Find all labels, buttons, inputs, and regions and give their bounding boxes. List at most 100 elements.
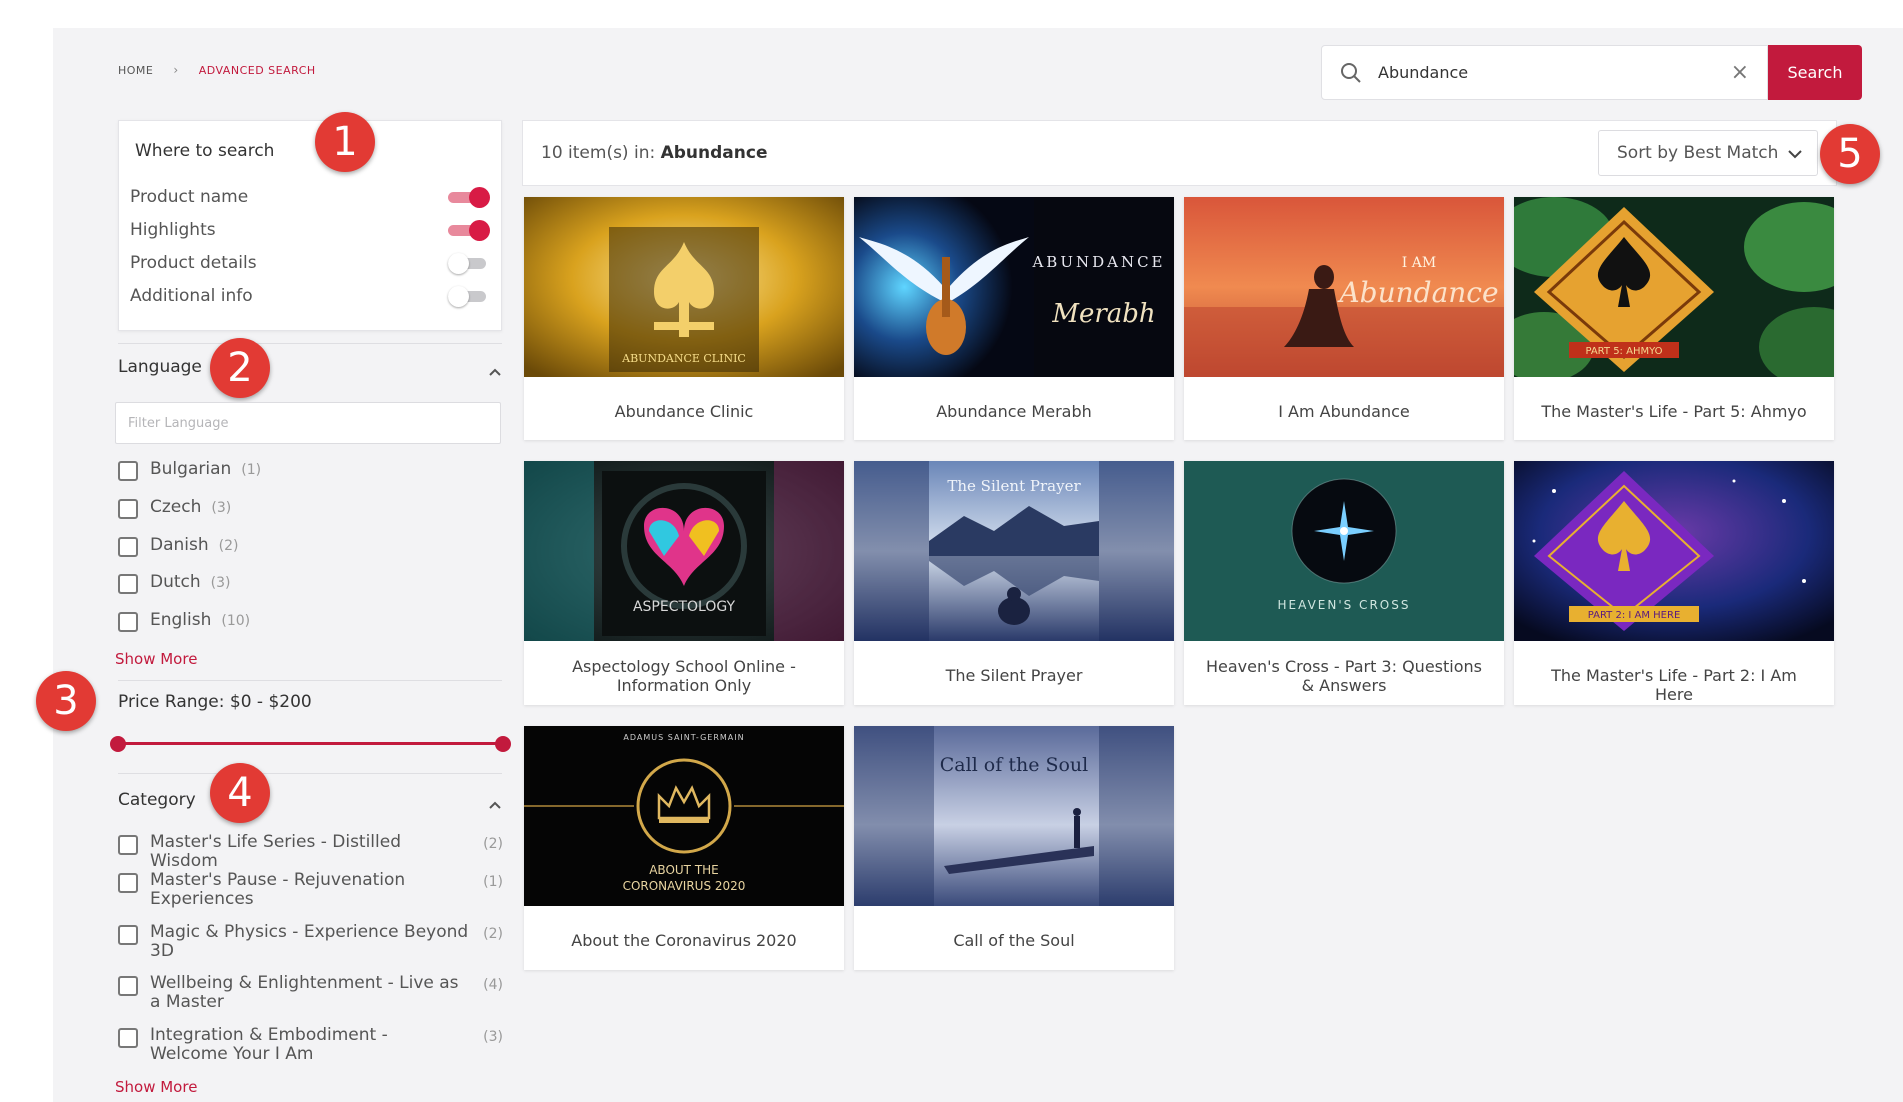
chevron-up-icon[interactable] <box>488 365 502 379</box>
product-card-call-of-the-soul[interactable]: Call of the Soul Call of the Soul <box>854 726 1174 970</box>
product-title[interactable]: I Am Abundance <box>1184 402 1504 421</box>
language-item-czech[interactable]: Czech (3) <box>118 497 231 519</box>
where-to-search-panel: Where to search Product name Highlights … <box>118 120 502 331</box>
language-item-english[interactable]: English (10) <box>118 610 250 632</box>
checkbox[interactable] <box>118 574 138 594</box>
additional-info-toggle[interactable] <box>448 286 490 307</box>
checkbox[interactable] <box>118 873 138 893</box>
product-card-aspectology[interactable]: ASPECTOLOGY Aspectology School Online - … <box>524 461 844 705</box>
category-label: Master's Pause - Rejuvenation Experience… <box>150 870 406 909</box>
product-card-abundance-merabh[interactable]: ABUNDANCE Merabh Abundance Merabh <box>854 197 1174 440</box>
product-thumbnail[interactable]: PART 2: I AM HERE <box>1514 461 1834 641</box>
checkbox[interactable] <box>118 1028 138 1048</box>
price-max-handle[interactable] <box>495 736 511 752</box>
checkbox[interactable] <box>118 612 138 632</box>
breadcrumb-current: ADVANCED SEARCH <box>198 63 316 77</box>
product-card-coronavirus-2020[interactable]: ADAMUS SAINT-GERMAIN ABOUT THE CORONAVIR… <box>524 726 844 970</box>
product-name-toggle[interactable] <box>448 187 490 208</box>
product-card-heavens-cross[interactable]: HEAVEN'S CROSS Heaven's Cross - Part 3: … <box>1184 461 1504 705</box>
product-thumbnail[interactable]: I AM Abundance <box>1184 197 1504 377</box>
product-card-masters-life-part-5[interactable]: PART 5: AHMYO The Master's Life - Part 5… <box>1514 197 1834 440</box>
checkbox[interactable] <box>118 925 138 945</box>
product-card-i-am-abundance[interactable]: I AM Abundance I Am Abundance <box>1184 197 1504 440</box>
product-thumbnail[interactable]: ASPECTOLOGY <box>524 461 844 641</box>
category-item[interactable]: Integration & Embodiment - Welcome Your … <box>118 1026 503 1064</box>
category-count: (1) <box>483 874 503 890</box>
category-item[interactable]: Magic & Physics - Experience Beyond 3D (… <box>118 923 503 961</box>
filter-language-input[interactable] <box>115 402 501 444</box>
category-count: (2) <box>483 926 503 942</box>
language-count: (1) <box>241 462 262 478</box>
product-thumbnail[interactable]: ABUNDANCE Merabh <box>854 197 1174 377</box>
breadcrumb-separator: › <box>173 63 179 77</box>
language-label: Danish <box>150 535 209 555</box>
sort-dropdown[interactable]: Sort by Best Match <box>1598 130 1818 176</box>
search-button[interactable]: Search <box>1768 45 1862 100</box>
language-count: (2) <box>218 538 239 554</box>
divider <box>118 773 502 774</box>
product-title[interactable]: The Master's Life - Part 2: I Am Here <box>1514 666 1834 704</box>
product-thumbnail[interactable]: Call of the Soul <box>854 726 1174 906</box>
checkbox[interactable] <box>118 499 138 519</box>
toggle-row-highlights: Highlights <box>130 217 490 243</box>
product-title[interactable]: Abundance Merabh <box>854 402 1174 421</box>
category-show-more-link[interactable]: Show More <box>115 1078 197 1096</box>
checkbox[interactable] <box>118 976 138 996</box>
category-label: Wellbeing & Enlightenment - Live as a Ma… <box>150 973 459 1012</box>
language-label: Czech <box>150 497 202 517</box>
checkbox[interactable] <box>118 461 138 481</box>
language-item-danish[interactable]: Danish (2) <box>118 535 238 557</box>
toggle-row-additional-info: Additional info <box>130 283 490 309</box>
product-title[interactable]: Call of the Soul <box>854 931 1174 950</box>
search-icon <box>1341 62 1361 83</box>
category-item[interactable]: Master's Pause - Rejuvenation Experience… <box>118 871 503 909</box>
chevron-down-icon <box>1788 150 1802 159</box>
category-label: Magic & Physics - Experience Beyond 3D <box>150 922 469 961</box>
product-title[interactable]: The Master's Life - Part 5: Ahmyo <box>1514 402 1834 421</box>
thumb-text: I AM <box>1402 255 1436 271</box>
product-title[interactable]: About the Coronavirus 2020 <box>524 931 844 950</box>
product-thumbnail[interactable]: PART 5: AHMYO <box>1514 197 1834 377</box>
toggle-row-product-details: Product details <box>130 250 490 276</box>
breadcrumb: HOME › ADVANCED SEARCH <box>118 63 316 77</box>
product-thumbnail[interactable]: The Silent Prayer <box>854 461 1174 641</box>
product-details-toggle[interactable] <box>448 253 490 274</box>
product-title[interactable]: The Silent Prayer <box>854 666 1174 685</box>
language-item-dutch[interactable]: Dutch (3) <box>118 572 231 594</box>
category-item[interactable]: Wellbeing & Enlightenment - Live as a Ma… <box>118 974 503 1012</box>
category-count: (3) <box>483 1029 503 1045</box>
product-thumbnail[interactable]: ADAMUS SAINT-GERMAIN ABOUT THE CORONAVIR… <box>524 726 844 906</box>
product-card-abundance-clinic[interactable]: ABUNDANCE CLINIC Abundance Clinic <box>524 197 844 440</box>
toggle-label: Highlights <box>130 220 216 240</box>
language-show-more-link[interactable]: Show More <box>115 650 197 668</box>
product-card-silent-prayer[interactable]: The Silent Prayer The Silent Prayer <box>854 461 1174 705</box>
language-item-bulgarian[interactable]: Bulgarian (1) <box>118 459 261 481</box>
toggle-label: Additional info <box>130 286 253 306</box>
divider <box>118 680 502 681</box>
thumb-text: PART 2: I AM HERE <box>1588 610 1681 621</box>
product-title[interactable]: Heaven's Cross - Part 3: Questions & Ans… <box>1184 657 1504 695</box>
search-input[interactable] <box>1378 63 1698 82</box>
callout-marker-3: 3 <box>36 671 96 731</box>
price-min-handle[interactable] <box>110 736 126 752</box>
product-title[interactable]: Abundance Clinic <box>524 402 844 421</box>
product-card-masters-life-part-2[interactable]: PART 2: I AM HERE The Master's Life - Pa… <box>1514 461 1834 705</box>
toggle-label: Product name <box>130 187 249 207</box>
search-box: × <box>1321 45 1768 100</box>
thumb-text: ABUNDANCE CLINIC <box>621 352 746 365</box>
highlights-toggle[interactable] <box>448 220 490 241</box>
category-item[interactable]: Master's Life Series - Distilled Wisdom … <box>118 833 503 871</box>
chevron-up-icon[interactable] <box>488 798 502 812</box>
language-count: (10) <box>221 613 251 629</box>
category-label: Integration & Embodiment - Welcome Your … <box>150 1025 388 1064</box>
thumb-text: The Silent Prayer <box>947 477 1081 495</box>
checkbox[interactable] <box>118 835 138 855</box>
product-title[interactable]: Aspectology School Online - Information … <box>524 657 844 695</box>
product-thumbnail[interactable]: HEAVEN'S CROSS <box>1184 461 1504 641</box>
breadcrumb-home-link[interactable]: HOME <box>118 64 153 77</box>
clear-search-icon[interactable]: × <box>1731 60 1749 85</box>
thumb-text: ABOUT THE <box>649 863 719 877</box>
price-slider-track[interactable] <box>118 742 503 745</box>
product-thumbnail[interactable]: ABUNDANCE CLINIC <box>524 197 844 377</box>
checkbox[interactable] <box>118 537 138 557</box>
